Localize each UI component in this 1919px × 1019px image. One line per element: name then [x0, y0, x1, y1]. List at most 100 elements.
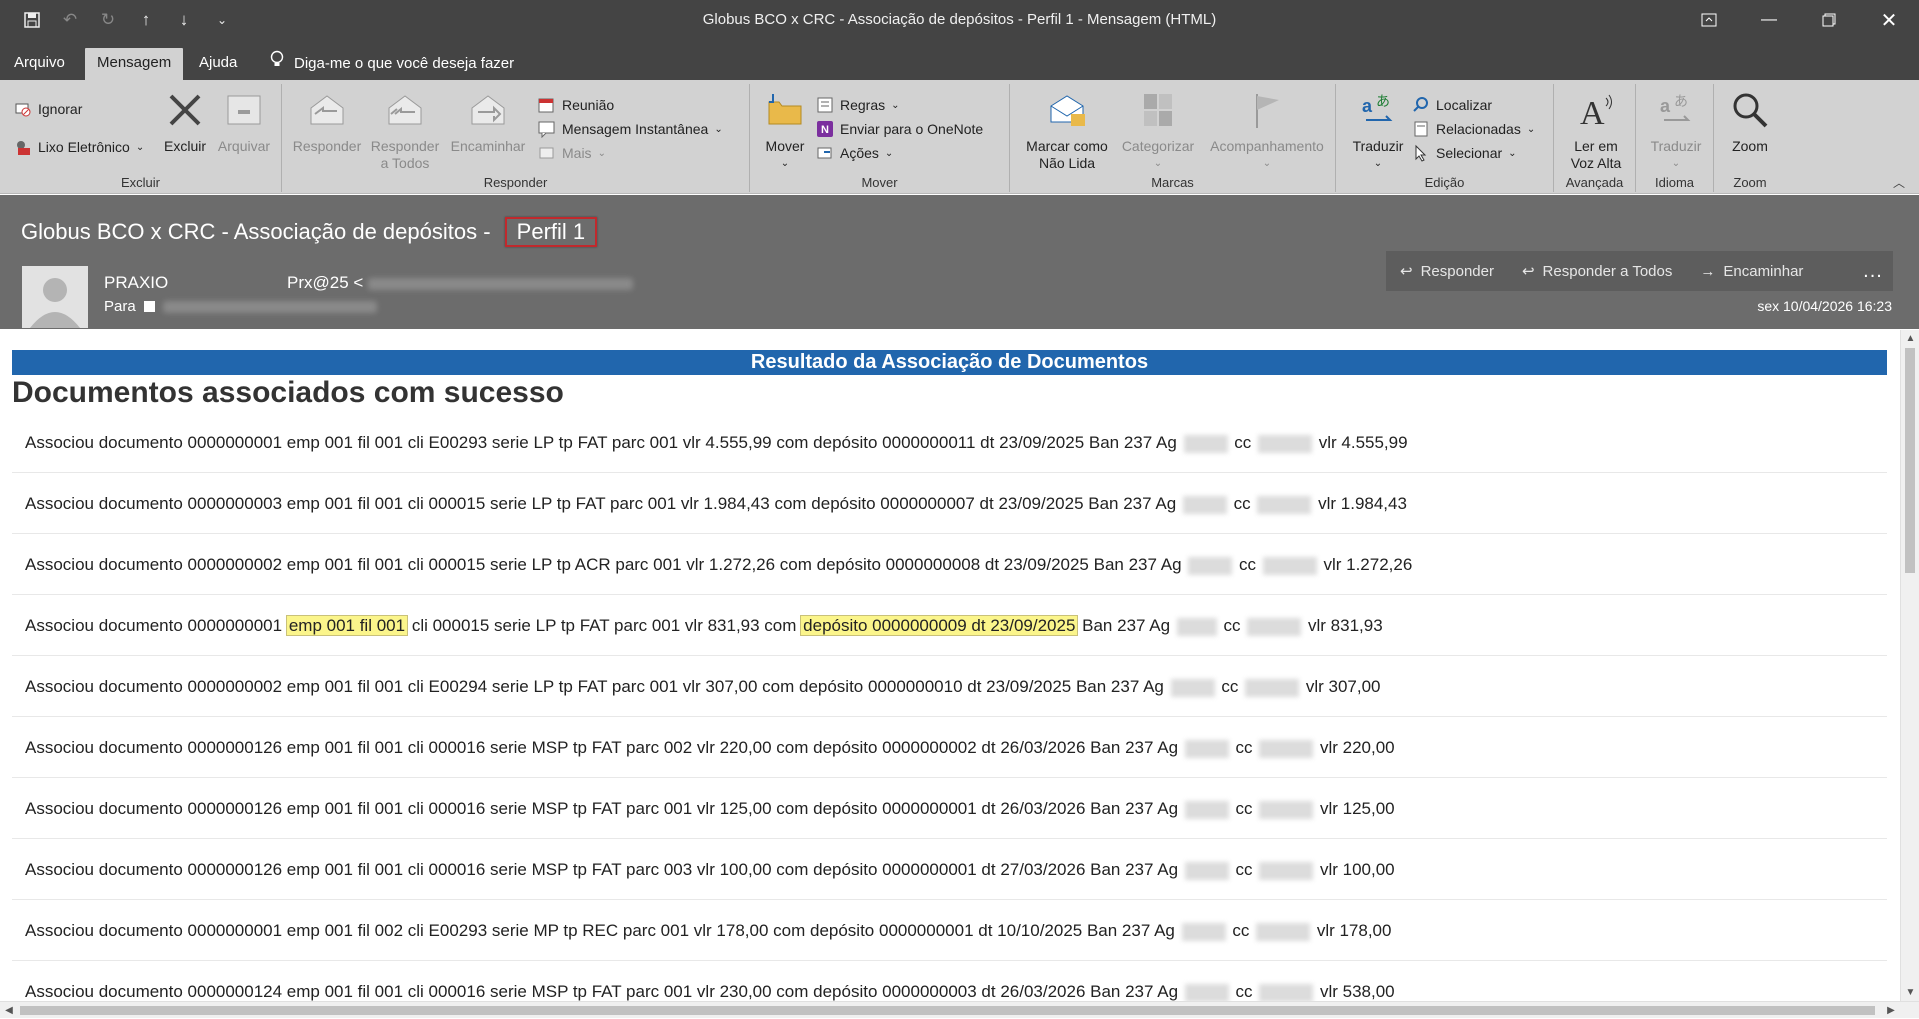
encaminhar-button[interactable]: Encaminhar [450, 90, 526, 155]
minimize-icon[interactable]: — [1739, 0, 1799, 40]
collapse-ribbon-icon[interactable]: ︿ [1893, 174, 1905, 191]
selecionar-button[interactable]: Selecionar ⌄ [1412, 142, 1517, 164]
excluir-button[interactable]: Excluir [164, 90, 206, 155]
window-controls: — ✕ [1679, 0, 1919, 40]
related-icon [1414, 121, 1428, 137]
sender-email[interactable]: Prx@25 < [287, 273, 634, 293]
svg-text:a: a [1660, 96, 1671, 116]
maximize-icon[interactable] [1799, 0, 1859, 40]
marcar-nao-lida-button[interactable]: Marcar como Não Lida [1022, 90, 1112, 172]
more-actions-button[interactable]: ... [1853, 251, 1893, 291]
responder-todos-button[interactable]: Responder a Todos [370, 90, 440, 172]
arquivar-button[interactable]: Arquivar [214, 90, 274, 155]
reply-all-icon [388, 95, 422, 125]
categorize-icon [1144, 94, 1172, 126]
avatar[interactable] [22, 266, 88, 328]
mark-unread-icon [1050, 95, 1085, 126]
forward-icon [471, 95, 505, 125]
ler-voz-alta-button[interactable]: A Ler em Voz Alta [1564, 90, 1628, 172]
up-arrow-icon[interactable]: ↑ [134, 8, 158, 32]
group-label-zoom: Zoom [1733, 175, 1767, 190]
junk-mail-icon [17, 141, 30, 155]
highlight-emp-fil: emp 001 fil 001 [285, 615, 409, 636]
read-aloud-icon: A [1580, 94, 1612, 132]
group-edicao: aあ Traduzir ⌄ Localizar Relacionadas ⌄ Se… [1336, 84, 1554, 192]
reply-button[interactable]: ↩ Responder [1386, 251, 1508, 291]
forward-button[interactable]: → Encaminhar [1686, 251, 1817, 291]
recipients: Para [104, 298, 377, 315]
group-label-idioma: Idioma [1654, 175, 1695, 190]
group-responder: Responder Responder a Todos Encaminhar R… [282, 84, 750, 192]
hscroll-thumb[interactable] [20, 1006, 1875, 1015]
vertical-scrollbar[interactable]: ▲ ▼ [1900, 330, 1919, 1002]
group-label-responder: Responder [483, 175, 548, 190]
svg-text:N: N [821, 124, 829, 136]
svg-text:a: a [1362, 96, 1373, 116]
acompanhamento-button[interactable]: Acompanhamento ⌄ [1202, 90, 1332, 172]
group-label-edicao: Edição [1424, 175, 1465, 190]
responder-button[interactable]: Responder [292, 90, 362, 155]
result-row: Associou documento 0000000002 emp 001 fi… [12, 656, 1887, 717]
instant-message-icon [538, 121, 555, 138]
quick-access-toolbar: ↶ ↻ ↑ ↓ ⌄ [20, 0, 234, 40]
move-folder-icon [768, 94, 802, 125]
tab-ajuda[interactable]: Ajuda [187, 48, 249, 80]
group-label-mover: Mover [861, 175, 898, 190]
restore-ribbon-icon[interactable] [1679, 0, 1739, 40]
save-icon[interactable] [20, 8, 44, 32]
group-idioma: aあ Traduzir ⌄ Idioma [1636, 84, 1714, 192]
result-heading: Documentos associados com sucesso [12, 376, 564, 409]
redacted-recipient [162, 300, 377, 313]
scroll-down-icon[interactable]: ▼ [1901, 984, 1919, 1002]
result-row: Associou documento 0000000126 emp 001 fi… [12, 717, 1887, 778]
redo-icon[interactable]: ↻ [96, 8, 120, 32]
archive-icon [227, 95, 261, 125]
close-icon[interactable]: ✕ [1859, 0, 1919, 40]
traduzir-button[interactable]: aあ Traduzir ⌄ [1348, 90, 1408, 172]
customize-icon[interactable]: ⌄ [210, 8, 234, 32]
acoes-button[interactable]: Ações ⌄ [816, 142, 893, 164]
tell-me-box[interactable]: Diga-me o que você deseja fazer [270, 48, 514, 80]
down-arrow-icon[interactable]: ↓ [172, 8, 196, 32]
reply-all-button[interactable]: ↩ Responder a Todos [1508, 251, 1686, 291]
onenote-button[interactable]: N Enviar para o OneNote [816, 118, 983, 140]
onenote-icon: N [817, 121, 833, 137]
reuniao-button[interactable]: Reunião [538, 94, 614, 116]
group-label-avancada: Avançada [1565, 175, 1624, 190]
group-mover: Mover ⌄ Regras ⌄ N Enviar para o OneNote … [750, 84, 1010, 192]
mensagem-instantanea-button[interactable]: Mensagem Instantânea ⌄ [538, 118, 723, 140]
group-marcas: Marcar como Não Lida Categorizar ⌄ Acomp… [1010, 84, 1336, 192]
redacted-email [368, 277, 634, 290]
rules-icon [817, 97, 833, 113]
sender-name[interactable]: PRAXIO [104, 273, 168, 293]
lixo-eletronico-button[interactable]: Lixo Eletrônico ⌄ [14, 136, 144, 158]
relacionadas-button[interactable]: Relacionadas ⌄ [1412, 118, 1535, 140]
tell-me-text: Diga-me o que você deseja fazer [294, 55, 515, 72]
scroll-left-icon[interactable]: ◀ [0, 1002, 18, 1019]
traduzir-idioma-button[interactable]: aあ Traduzir ⌄ [1646, 90, 1706, 172]
localizar-button[interactable]: Localizar [1412, 94, 1492, 116]
tab-arquivo[interactable]: Arquivo [2, 48, 77, 80]
tab-mensagem[interactable]: Mensagem [85, 48, 184, 80]
message-header: Globus BCO x CRC - Associação de depósit… [0, 195, 1919, 329]
categorizar-button[interactable]: Categorizar ⌄ [1116, 90, 1200, 172]
mais-button[interactable]: Mais ⌄ [538, 142, 606, 164]
result-row: Associou documento 0000000126 emp 001 fi… [12, 839, 1887, 900]
reply-all-icon: ↩ [1521, 263, 1535, 280]
actions-icon [817, 147, 832, 159]
zoom-button[interactable]: Zoom [1724, 90, 1776, 155]
undo-icon[interactable]: ↶ [58, 8, 82, 32]
scroll-up-icon[interactable]: ▲ [1901, 330, 1919, 348]
regras-button[interactable]: Regras ⌄ [816, 94, 900, 116]
scroll-thumb[interactable] [1905, 348, 1915, 573]
title-bar: ↶ ↻ ↑ ↓ ⌄ Globus BCO x CRC - Associação … [0, 0, 1919, 40]
reply-icon: ↩ [1400, 263, 1413, 280]
delete-icon [169, 94, 201, 126]
group-label-excluir: Excluir [120, 175, 160, 190]
ignorar-button[interactable]: Ignorar [14, 98, 82, 120]
horizontal-scrollbar[interactable]: ◀ ▶ [0, 1001, 1919, 1018]
svg-text:A: A [1580, 95, 1605, 130]
scroll-right-icon[interactable]: ▶ [1882, 1002, 1900, 1019]
ribbon: Ignorar Lixo Eletrônico ⌄ Excluir Arquiva… [0, 80, 1919, 194]
mover-button[interactable]: Mover ⌄ [762, 90, 808, 172]
